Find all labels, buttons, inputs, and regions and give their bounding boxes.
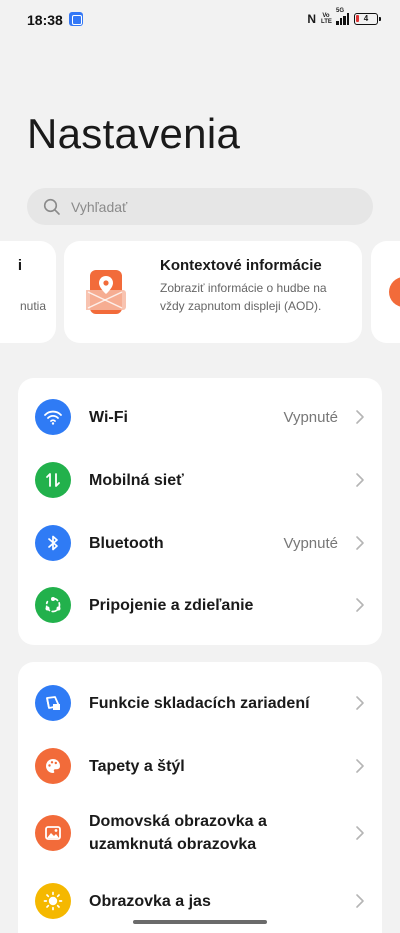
- settings-screen: 18:38 N Vo LTE 5G 4 Nastavenia i nutia: [0, 0, 400, 933]
- sun-icon: [35, 883, 71, 919]
- palette-icon: [35, 748, 71, 784]
- settings-item-display-brightness[interactable]: Obrazovka a jas: [18, 883, 382, 919]
- chevron-right-icon: [356, 696, 364, 710]
- foldable-icon: [35, 685, 71, 721]
- settings-item-label: Bluetooth: [89, 534, 164, 552]
- settings-item-mobile-network[interactable]: Mobilná sieť: [18, 462, 382, 498]
- settings-item-label: Funkcie skladacích zariadení: [89, 694, 310, 712]
- settings-item-value: Vypnuté: [283, 534, 339, 552]
- display-group: Funkcie skladacích zariadení Tapety a št…: [18, 662, 382, 933]
- wifi-icon: [35, 399, 71, 435]
- settings-item-connection-sharing[interactable]: Pripojenie a zdieľanie: [18, 587, 382, 623]
- settings-item-label: Domovská obrazovka a uzamknutá obrazovka: [89, 813, 267, 853]
- settings-item-label: Tapety a štýl: [89, 757, 185, 775]
- suggestion-card-previous-title: i: [17, 257, 22, 274]
- chevron-right-icon: [356, 894, 364, 908]
- settings-item-label: Wi-Fi: [89, 408, 128, 426]
- suggestion-card-next[interactable]: [371, 241, 400, 343]
- chevron-right-icon: [356, 473, 364, 487]
- share-icon: [35, 587, 71, 623]
- connectivity-group: Wi-Fi Vypnuté Mobilná sieť Bluetooth Vyp…: [18, 378, 382, 645]
- suggestion-card-previous[interactable]: i nutia: [0, 241, 56, 343]
- settings-item-home-lock-screen[interactable]: Domovská obrazovka a uzamknutá obrazovka: [18, 810, 382, 856]
- search-input[interactable]: [71, 198, 331, 215]
- status-time: 18:38: [27, 12, 63, 28]
- settings-item-label: Pripojenie a zdieľanie: [89, 596, 254, 614]
- suggestion-card-next-icon: [389, 277, 400, 307]
- suggestion-card-previous-desc: nutia: [19, 299, 46, 313]
- home-indicator[interactable]: [133, 920, 267, 924]
- mobile-data-icon: [35, 462, 71, 498]
- battery-level: 4: [363, 14, 369, 23]
- bluetooth-icon: [35, 525, 71, 561]
- settings-item-value: Vypnuté: [283, 408, 339, 426]
- chevron-right-icon: [356, 598, 364, 612]
- suggestion-card-description: Zobraziť informácie o hudbe na vždy zapn…: [160, 281, 327, 313]
- chevron-right-icon: [356, 759, 364, 773]
- settings-item-wallpapers-style[interactable]: Tapety a štýl: [18, 748, 382, 784]
- suggestion-card-title: Kontextové informácie: [160, 257, 322, 274]
- signal-icon: 5G: [336, 8, 349, 25]
- location-card-icon: [86, 270, 126, 314]
- notification-icon: [69, 12, 83, 26]
- settings-item-label: Obrazovka a jas: [89, 892, 211, 910]
- settings-item-wifi[interactable]: Wi-Fi Vypnuté: [18, 399, 382, 435]
- settings-item-foldable-features[interactable]: Funkcie skladacích zariadení: [18, 685, 382, 721]
- network-type: 5G: [336, 8, 345, 14]
- status-bar: 18:38 N Vo LTE 5G 4: [0, 0, 400, 38]
- suggestion-carousel[interactable]: i nutia Kontextové informácie Zobraziť i…: [0, 241, 400, 343]
- settings-item-bluetooth[interactable]: Bluetooth Vypnuté: [18, 525, 382, 561]
- nfc-icon: N: [307, 12, 316, 26]
- settings-item-label: Mobilná sieť: [89, 471, 184, 489]
- volte-icon: Vo LTE: [321, 13, 332, 25]
- suggestion-card-context-info[interactable]: Kontextové informácie Zobraziť informáci…: [64, 241, 362, 343]
- page-title: Nastavenia: [27, 110, 241, 157]
- battery-icon: 4: [354, 13, 381, 25]
- chevron-right-icon: [356, 826, 364, 840]
- image-icon: [35, 815, 71, 851]
- status-icons: N Vo LTE 5G 4: [307, 8, 381, 27]
- search-bar[interactable]: [27, 188, 373, 225]
- search-icon: [43, 198, 60, 215]
- chevron-right-icon: [356, 536, 364, 550]
- chevron-right-icon: [356, 410, 364, 424]
